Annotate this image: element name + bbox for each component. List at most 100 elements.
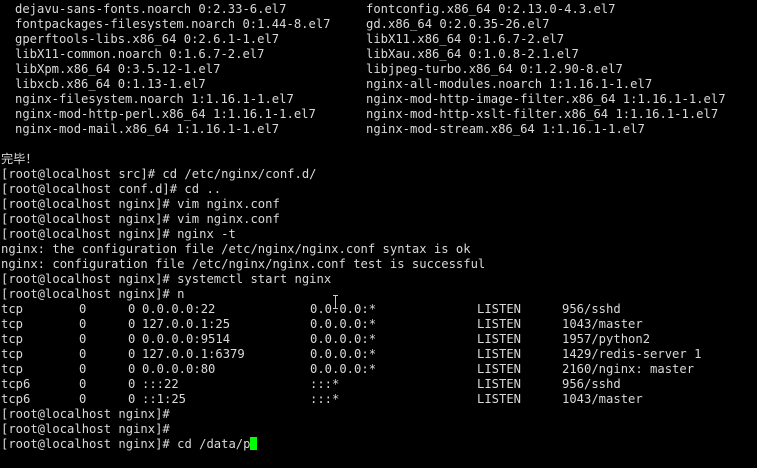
command-line: [root@localhost src]# cd /etc/nginx/conf… [1,167,317,181]
recvq-cell: 0 [79,362,87,376]
proto-cell: tcp [1,302,24,316]
state-cell: LISTEN [477,317,522,331]
active-prompt-line[interactable]: [root@localhost nginx]# cd /data/p [1,437,751,452]
package-row: nginx-mod-http-perl.x86_64 1:1.16.1-1.el… [0,107,757,122]
shell-session: 完毕！ [root@localhost src]# cd /etc/nginx/… [1,152,751,452]
local-address-cell: 127.0.0.1:25 [142,317,231,331]
state-cell: LISTEN [477,332,522,346]
foreign-address-cell: 0.0.0.0:* [310,347,377,361]
package-name: dejavu-sans-fonts.noarch 0:2.33-6.el7 [15,2,287,16]
mouse-ibeam-icon [333,295,339,309]
package-name: libX11-common.noarch 0:1.6.7-2.el7 [15,47,265,61]
package-name: libxcb.x86_64 0:1.13-1.el7 [15,77,206,91]
local-address-cell: ::1:25 [142,392,187,406]
recvq-cell: 0 [79,392,87,406]
state-cell: LISTEN [477,347,522,361]
local-address-cell: 0.0.0.0:80 [142,362,216,376]
recvq-cell: 0 [79,347,87,361]
package-row: nginx-mod-mail.x86_64 1:1.16.1-1.el7 ngi… [0,122,757,137]
foreign-address-cell: :::* [310,392,340,406]
command-line: [root@localhost conf.d]# cd .. [1,182,222,196]
sendq-cell: 0 [128,377,136,391]
netstat-row: tcp 0 0 127.0.0.1:25 0.0.0.0:* LISTEN 10… [1,317,751,332]
package-row: nginx-filesystem.noarch 1:1.16.1-1.el7 n… [0,92,757,107]
recvq-cell: 0 [79,377,87,391]
shell-prompt: [root@localhost nginx]# [1,437,178,451]
netstat-row: tcp6 0 0 ::1:25 :::* LISTEN 1043/master [1,392,751,407]
empty-prompt-line: [root@localhost nginx]# [1,407,170,421]
local-address-cell: 127.0.0.1:6379 [142,347,245,361]
pid-program-cell: 1043/master [562,317,643,331]
proto-cell: tcp [1,332,24,346]
sendq-cell: 0 [128,347,136,361]
state-cell: LISTEN [477,392,522,406]
sendq-cell: 0 [128,317,136,331]
output-line: nginx: the configuration file /etc/nginx… [1,242,471,256]
netstat-row: tcp6 0 0 :::22 :::* LISTEN 956/sshd [1,377,751,392]
pid-program-cell: 2160/nginx: master [562,362,695,376]
sendq-cell: 0 [128,332,136,346]
local-address-cell: 0.0.0.0:22 [142,302,216,316]
package-name: nginx-mod-http-perl.x86_64 1:1.16.1-1.el… [15,107,316,121]
package-name: libjpeg-turbo.x86_64 0:1.2.90-8.el7 [366,62,623,76]
command-line: [root@localhost nginx]# vim nginx.conf [1,197,280,211]
package-row: libX11-common.noarch 0:1.6.7-2.el7 libXa… [0,47,757,62]
package-name: libX11.x86_64 0:1.6.7-2.el7 [366,32,565,46]
package-name: nginx-mod-http-image-filter.x86_64 1:1.1… [366,92,726,106]
package-name: fontconfig.x86_64 0:2.13.0-4.3.el7 [366,2,616,16]
package-name: libXpm.x86_64 0:3.5.12-1.el7 [15,62,221,76]
package-name: nginx-all-modules.noarch 1:1.16.1-1.el7 [366,77,653,91]
package-row: libxcb.x86_64 0:1.13-1.el7 nginx-all-mod… [0,77,757,92]
state-cell: LISTEN [477,302,522,316]
local-address-cell: 0.0.0.0:9514 [142,332,231,346]
complete-message: 完毕！ [1,152,38,166]
sendq-cell: 0 [128,362,136,376]
package-name: gd.x86_64 0:2.0.35-26.el7 [366,17,550,31]
package-row: gperftools-libs.x86_64 0:2.6.1-1.el7 lib… [0,32,757,47]
installed-packages-list: dejavu-sans-fonts.noarch 0:2.33-6.el7 fo… [0,2,757,137]
package-row: fontpackages-filesystem.noarch 0:1.44-8.… [0,17,757,32]
foreign-address-cell: 0.0.0.0:* [310,302,377,316]
output-line: nginx: configuration file /etc/nginx/ngi… [1,257,486,271]
foreign-address-cell: 0.0.0.0:* [310,317,377,331]
proto-cell: tcp [1,317,24,331]
sendq-cell: 0 [128,302,136,316]
local-address-cell: :::22 [142,377,179,391]
package-name: nginx-mod-http-xslt-filter.x86_64 1:1.16… [366,107,719,121]
text-cursor [250,437,258,450]
proto-cell: tcp6 [1,392,31,406]
foreign-address-cell: 0.0.0.0:* [310,362,377,376]
pid-program-cell: 956/sshd [562,377,621,391]
state-cell: LISTEN [477,377,522,391]
sendq-cell: 0 [128,392,136,406]
recvq-cell: 0 [79,302,87,316]
pid-program-cell: 956/sshd [562,302,621,316]
command-line: [root@localhost nginx]# vim nginx.conf [1,212,280,226]
proto-cell: tcp6 [1,377,31,391]
pid-program-cell: 1957/python2 [562,332,651,346]
package-name: nginx-mod-mail.x86_64 1:1.16.1-1.el7 [15,122,280,136]
command-line: [root@localhost nginx]# n [1,287,185,301]
netstat-row: tcp 0 0 0.0.0.0:22 0.0.0.0:* LISTEN 956/… [1,302,751,317]
terminal-window[interactable]: dejavu-sans-fonts.noarch 0:2.33-6.el7 fo… [0,0,757,468]
foreign-address-cell: 0.0.0.0:* [310,332,377,346]
empty-prompt-line: [root@localhost nginx]# [1,422,170,436]
netstat-row: tcp 0 0 0.0.0.0:9514 0.0.0.0:* LISTEN 19… [1,332,751,347]
command-line: [root@localhost nginx]# nginx -t [1,227,236,241]
pid-program-cell: 1429/redis-server 1 [562,347,702,361]
state-cell: LISTEN [477,362,522,376]
recvq-cell: 0 [79,317,87,331]
package-name: libXau.x86_64 0:1.0.8-2.1.el7 [366,47,579,61]
package-row: dejavu-sans-fonts.noarch 0:2.33-6.el7 fo… [0,2,757,17]
netstat-output: tcp 0 0 0.0.0.0:22 0.0.0.0:* LISTEN 956/… [1,302,751,407]
package-row: libXpm.x86_64 0:3.5.12-1.el7 libjpeg-tur… [0,62,757,77]
package-name: nginx-filesystem.noarch 1:1.16.1-1.el7 [15,92,294,106]
recvq-cell: 0 [79,332,87,346]
pid-program-cell: 1043/master [562,392,643,406]
proto-cell: tcp [1,347,24,361]
command-input[interactable]: cd /data/p [177,437,250,451]
package-name: nginx-mod-stream.x86_64 1:1.16.1-1.el7 [366,122,645,136]
package-name: fontpackages-filesystem.noarch 0:1.44-8.… [15,17,331,31]
netstat-row: tcp 0 0 127.0.0.1:6379 0.0.0.0:* LISTEN … [1,347,751,362]
proto-cell: tcp [1,362,24,376]
